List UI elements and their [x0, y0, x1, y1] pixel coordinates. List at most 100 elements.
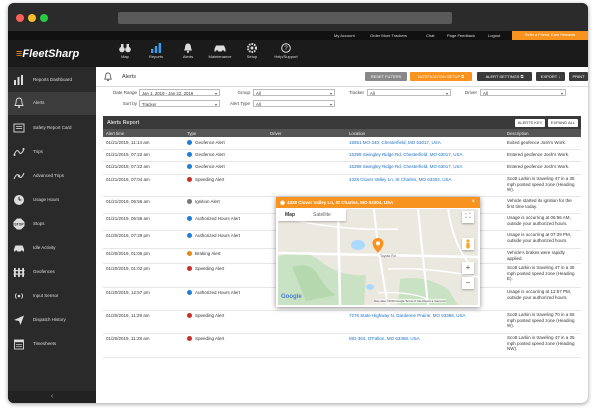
alert-type: Braking Alert [195, 251, 221, 256]
nav-map[interactable]: Map [109, 43, 141, 65]
alert-time: 01/21/2019, 07:22 am [106, 152, 150, 157]
alert-type-select[interactable]: All ▾ [253, 100, 335, 107]
zoom-out-button[interactable]: − [462, 277, 474, 289]
alert-description: Exited geofence Josh's Work. [507, 140, 567, 145]
sidebar-item-usage-hours[interactable]: Usage Hours [8, 189, 96, 212]
logout-link[interactable]: Logout [488, 33, 500, 38]
sidebar-item-reports-dashboard[interactable]: Reports Dashboard [8, 69, 96, 92]
driver-select[interactable]: All ▾ [480, 89, 566, 96]
nav-alerts[interactable]: Alerts [172, 43, 204, 65]
maximize-window-button[interactable] [40, 14, 48, 22]
popup-address: 4328 Clover Valley Ln, St Charles, MO 63… [287, 200, 394, 205]
alert-description: Scott Larkin is traveling 47 in a 35 mph… [507, 176, 575, 192]
sidebar-item-dispatch-history[interactable]: Dispatch History [8, 309, 96, 332]
sidebar-item-input-sensor[interactable]: Input Sensor [8, 285, 96, 308]
group-select[interactable]: All ▾ [253, 89, 335, 96]
tracker-select[interactable]: All ▾ [367, 89, 451, 96]
brand-logo[interactable]: ≡FleetSharp [16, 48, 79, 60]
fullscreen-button[interactable]: ⛶ [462, 211, 474, 223]
order-trackers-link[interactable]: Order More Trackers [370, 33, 407, 38]
table-row[interactable]: 01/20/2019, 11:28 am Speeding Alert MO-3… [103, 333, 581, 358]
road-label: Toyota Rd [380, 254, 396, 258]
alert-description: Entered geofence Josh's Work. [507, 152, 570, 157]
sort-by-select[interactable]: Tracker ▾ [139, 100, 220, 107]
close-window-button[interactable] [16, 14, 24, 22]
plus-icon: + [465, 263, 471, 272]
sidebar-item-safety-report-card[interactable]: Safety Report Card [8, 117, 96, 140]
timesheet-icon [14, 339, 24, 350]
refer-friend-button[interactable]: Refer a Friend, Earn Rewards [512, 31, 588, 40]
alert-settings-button[interactable]: ALERT SETTINGS ⧉ [477, 72, 532, 81]
sidebar-item-idle-activity[interactable]: Idle Activity [8, 237, 96, 260]
table-row[interactable]: 01/21/2019, 07:04 am Speeding Alert 4328… [103, 174, 581, 197]
sidebar-item-label: Reports Dashboard [33, 77, 73, 82]
sidebar-collapse-button[interactable]: ‹ [8, 391, 96, 403]
zoom-in-button[interactable]: + [462, 262, 474, 274]
address-bar[interactable] [118, 12, 452, 24]
nav-maintenance-label: Maintenance [208, 54, 232, 59]
notification-setup-button[interactable]: NOTIFICATION SETUP ⧉ [410, 72, 472, 81]
location-link[interactable]: 7275 State Highway N, Dardenne Prairie, … [349, 313, 466, 318]
export-button[interactable]: EXPORT ↓ [536, 72, 565, 81]
close-icon[interactable]: × [471, 197, 475, 208]
column-header[interactable]: Description [507, 131, 529, 136]
chat-link[interactable]: Chat [426, 33, 434, 38]
nav-help[interactable]: ? Help/Support [270, 43, 302, 65]
alert-time: 01/20/2019, 11:28 am [106, 336, 150, 341]
group-label: Group [237, 90, 250, 95]
report-title: Alerts Report [107, 120, 140, 126]
sidebar-item-label: Safety Report Card [33, 125, 72, 130]
reset-filters-button[interactable]: RESET FILTERS [365, 72, 407, 81]
sidebar-item-geofences[interactable]: Geofences [8, 261, 96, 284]
top-links-bar: My Account Order More Trackers Chat Page… [8, 31, 588, 40]
authorized-hours-icon [187, 290, 192, 295]
map-view[interactable]: Toyota Rd Map Satellite ⛶ + − Google Map… [278, 209, 478, 305]
column-header[interactable]: Driver [270, 131, 281, 136]
report-card-icon [13, 123, 25, 133]
nav-maintenance[interactable]: Maintenance [204, 43, 236, 65]
date-range-select[interactable]: Jan 1, 2019 - Jan 22, 2019 ▾ [139, 89, 220, 96]
sensor-icon [15, 293, 23, 299]
print-label: PRINT [572, 74, 585, 79]
my-account-link[interactable]: My Account [334, 33, 355, 38]
table-row[interactable]: 01/21/2019, 07:22 am Geofence Alert 1639… [103, 161, 581, 175]
download-icon: ↓ [558, 74, 561, 79]
alert-type: Geofence Alert [195, 164, 225, 169]
tracker-label: Tracker [348, 90, 364, 95]
column-header[interactable]: Location [349, 131, 365, 136]
column-header[interactable]: Type [187, 131, 196, 136]
caret-down-icon: ▾ [445, 91, 448, 96]
location-link[interactable]: 16399 Swingley Ridge Rd, Chesterfield, M… [349, 152, 463, 157]
sidebar-item-advanced-trips[interactable]: Advanced Trips [8, 165, 96, 188]
alert-description: Scott Larkin is traveling 70 in a 55 mph… [507, 312, 575, 328]
page-feedback-link[interactable]: Page Feedback [447, 33, 475, 38]
satellite-tab[interactable]: Satellite [313, 212, 331, 218]
filters-panel: Date Range Jan 1, 2019 - Jan 22, 2019 ▾ G… [96, 87, 588, 113]
nav-reports[interactable]: Reports [140, 43, 172, 65]
street-view-button[interactable] [462, 238, 474, 250]
sidebar-item-stops[interactable]: STOP Stops [8, 213, 96, 236]
column-header[interactable]: Alert time [106, 131, 124, 136]
location-link[interactable]: 4328 Clover Valley Ln, St Charles, MO 63… [349, 177, 451, 182]
nav-setup[interactable]: Setup [236, 43, 268, 65]
bell-icon [104, 72, 112, 82]
sidebar-item-trips[interactable]: Trips [8, 141, 96, 164]
print-button[interactable]: PRINT [569, 72, 588, 81]
bell-icon [14, 97, 24, 108]
table-row[interactable]: 01/20/2019, 11:29 am Speeding Alert 7275… [103, 310, 581, 334]
sidebar-item-label: Dispatch History [33, 317, 66, 322]
location-link[interactable]: 16399 Swingley Ridge Rd, Chesterfield, M… [349, 164, 463, 169]
minimize-window-button[interactable] [28, 14, 36, 22]
expand-all-button[interactable]: EXPAND ALL [548, 119, 578, 127]
map-tab[interactable]: Map [285, 212, 295, 218]
location-link[interactable]: MO-364, O'Fallon, MO 63368, USA [349, 336, 420, 341]
alert-description: Scott Larkin is traveling 47 in a 35 mph… [507, 335, 575, 351]
sidebar-item-alerts[interactable]: Alerts [8, 92, 96, 115]
map-attribution[interactable]: Map data ©2019 Google Terms of Use Repor… [374, 299, 447, 303]
stop-icon: STOP [13, 218, 25, 230]
sidebar-item-timesheets[interactable]: Timesheets [8, 333, 96, 356]
location-link[interactable]: 15651 MO-340, Chesterfield, MO 63017, US… [349, 140, 441, 145]
geofence-icon [13, 268, 25, 277]
alerts-key-button[interactable]: ALERTS KEY [515, 119, 545, 127]
page-header: Alerts RESET FILTERS NOTIFICATION SETUP … [96, 67, 588, 87]
